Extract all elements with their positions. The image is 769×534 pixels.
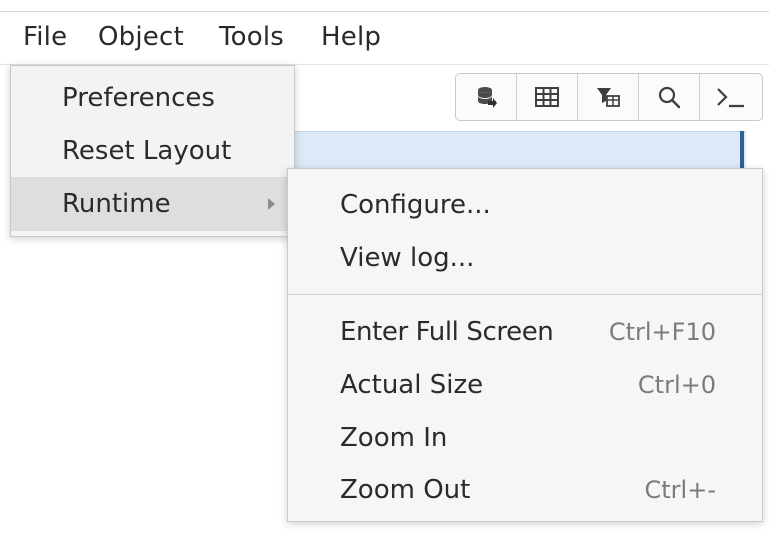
runtime-submenu: Configure... View log... Enter Full Scre…	[287, 168, 763, 522]
menu-item-configure-label: Configure...	[340, 190, 491, 220]
window-top-strip	[0, 0, 769, 12]
menu-object[interactable]: Object	[98, 21, 184, 53]
menu-item-reset-layout[interactable]: Reset Layout	[11, 134, 294, 170]
search-icon	[658, 86, 681, 109]
database-icon	[478, 87, 497, 108]
menu-item-preferences-label: Preferences	[62, 83, 215, 113]
table-button[interactable]	[517, 74, 578, 120]
toolbar	[455, 73, 763, 121]
shortcut-zoom-out: Ctrl+-	[644, 476, 716, 504]
search-button[interactable]	[639, 74, 700, 120]
menu-item-enter-full-screen-label: Enter Full Screen	[340, 317, 554, 347]
submenu-arrow-icon	[268, 198, 275, 210]
menu-separator	[288, 294, 762, 295]
menu-item-zoom-out-label: Zoom Out	[340, 475, 471, 505]
menu-help[interactable]: Help	[321, 21, 381, 53]
menu-item-zoom-in-label: Zoom In	[340, 423, 448, 453]
menu-item-zoom-in[interactable]: Zoom In	[288, 421, 762, 457]
menu-item-runtime-label: Runtime	[62, 189, 171, 219]
menu-item-preferences[interactable]: Preferences	[11, 81, 294, 117]
menu-item-reset-layout-label: Reset Layout	[62, 136, 232, 166]
menu-item-runtime[interactable]: Runtime	[11, 177, 294, 231]
help-menu: Preferences Reset Layout Runtime	[10, 65, 295, 237]
database-button[interactable]	[456, 74, 517, 120]
menu-tools[interactable]: Tools	[219, 21, 284, 53]
terminal-button[interactable]	[700, 74, 762, 120]
menu-item-actual-size-label: Actual Size	[340, 370, 484, 400]
menu-item-actual-size[interactable]: Actual Size Ctrl+0	[288, 368, 762, 404]
menu-item-configure[interactable]: Configure...	[288, 188, 762, 224]
table-filter-icon	[597, 88, 620, 107]
app-window: File Object Tools Help Preferences Reset…	[0, 0, 769, 534]
shortcut-actual-size: Ctrl+0	[637, 371, 716, 399]
table-icon	[535, 87, 559, 107]
menu-item-view-log[interactable]: View log...	[288, 241, 762, 277]
menu-item-view-log-label: View log...	[340, 243, 475, 273]
menu-item-enter-full-screen[interactable]: Enter Full Screen Ctrl+F10	[288, 315, 762, 351]
selected-row[interactable]	[290, 131, 746, 170]
shortcut-enter-full-screen: Ctrl+F10	[608, 318, 716, 346]
menu-item-zoom-out[interactable]: Zoom Out Ctrl+-	[288, 473, 762, 509]
menu-file[interactable]: File	[23, 21, 67, 53]
menubar: File Object Tools Help	[0, 12, 769, 65]
selection-marker	[740, 131, 744, 169]
table-filter-button[interactable]	[578, 74, 639, 120]
terminal-icon	[717, 88, 744, 108]
